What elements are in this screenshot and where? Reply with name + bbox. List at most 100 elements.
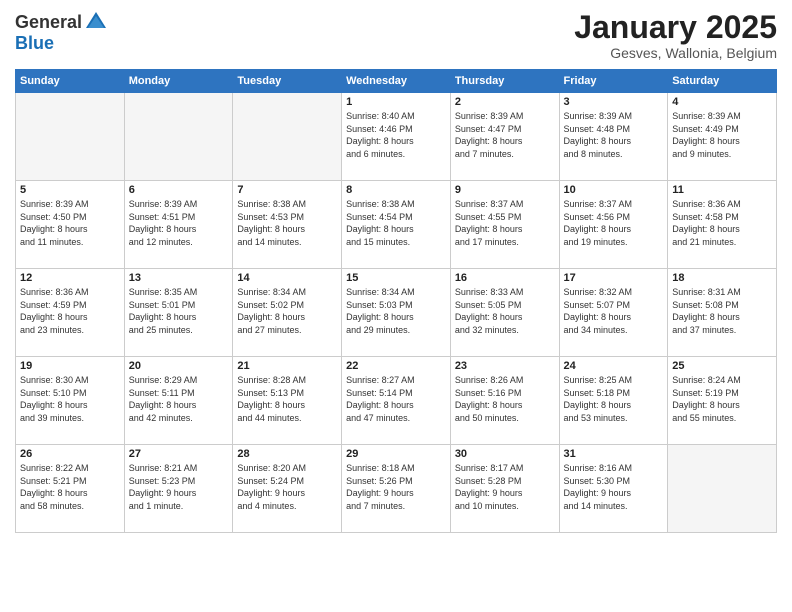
day-info: Sunrise: 8:39 AM Sunset: 4:47 PM Dayligh… [455,110,555,160]
day-number: 29 [346,448,446,460]
day-info: Sunrise: 8:32 AM Sunset: 5:07 PM Dayligh… [564,286,664,336]
day-info: Sunrise: 8:36 AM Sunset: 4:59 PM Dayligh… [20,286,120,336]
table-row: 24 Sunrise: 8:25 AM Sunset: 5:18 PM Dayli… [559,357,668,445]
day-info: Sunrise: 8:39 AM Sunset: 4:51 PM Dayligh… [129,198,229,248]
day-info: Sunrise: 8:34 AM Sunset: 5:02 PM Dayligh… [237,286,337,336]
day-info: Sunrise: 8:26 AM Sunset: 5:16 PM Dayligh… [455,374,555,424]
table-row: 30 Sunrise: 8:17 AM Sunset: 5:28 PM Dayli… [450,445,559,533]
header-monday: Monday [124,70,233,93]
day-info: Sunrise: 8:30 AM Sunset: 5:10 PM Dayligh… [20,374,120,424]
day-number: 10 [564,184,664,196]
day-info: Sunrise: 8:22 AM Sunset: 5:21 PM Dayligh… [20,462,120,512]
day-info: Sunrise: 8:36 AM Sunset: 4:58 PM Dayligh… [672,198,772,248]
day-number: 24 [564,360,664,372]
day-info: Sunrise: 8:21 AM Sunset: 5:23 PM Dayligh… [129,462,229,512]
table-row: 11 Sunrise: 8:36 AM Sunset: 4:58 PM Dayli… [668,181,777,269]
calendar-week-row: 19 Sunrise: 8:30 AM Sunset: 5:10 PM Dayli… [16,357,777,445]
day-info: Sunrise: 8:38 AM Sunset: 4:54 PM Dayligh… [346,198,446,248]
day-info: Sunrise: 8:34 AM Sunset: 5:03 PM Dayligh… [346,286,446,336]
day-number: 7 [237,184,337,196]
table-row: 3Sunrise: 8:39 AM Sunset: 4:48 PM Daylig… [559,93,668,181]
day-info: Sunrise: 8:33 AM Sunset: 5:05 PM Dayligh… [455,286,555,336]
table-row: 10 Sunrise: 8:37 AM Sunset: 4:56 PM Dayli… [559,181,668,269]
day-info: Sunrise: 8:37 AM Sunset: 4:56 PM Dayligh… [564,198,664,248]
table-row: 12 Sunrise: 8:36 AM Sunset: 4:59 PM Dayli… [16,269,125,357]
table-row: 28 Sunrise: 8:20 AM Sunset: 5:24 PM Dayli… [233,445,342,533]
day-number: 3 [564,96,664,108]
calendar-week-row: 5 Sunrise: 8:39 AM Sunset: 4:50 PM Daylig… [16,181,777,269]
day-number: 28 [237,448,337,460]
day-number: 22 [346,360,446,372]
day-number: 13 [129,272,229,284]
table-row: 14 Sunrise: 8:34 AM Sunset: 5:02 PM Dayli… [233,269,342,357]
logo: General Blue [15,10,108,54]
table-row: 23Sunrise: 8:26 AM Sunset: 5:16 PM Dayli… [450,357,559,445]
table-row: 27Sunrise: 8:21 AM Sunset: 5:23 PM Dayli… [124,445,233,533]
calendar-title: January 2025 [574,10,777,45]
header-friday: Friday [559,70,668,93]
day-number: 12 [20,272,120,284]
day-number: 17 [564,272,664,284]
day-number: 1 [346,96,446,108]
header-sunday: Sunday [16,70,125,93]
header: General Blue January 2025 Gesves, Wallon… [15,10,777,61]
day-info: Sunrise: 8:20 AM Sunset: 5:24 PM Dayligh… [237,462,337,512]
calendar-week-row: 1 Sunrise: 8:40 AM Sunset: 4:46 PM Daylig… [16,93,777,181]
day-number: 19 [20,360,120,372]
day-number: 9 [455,184,555,196]
table-row [16,93,125,181]
day-number: 21 [237,360,337,372]
day-number: 20 [129,360,229,372]
table-row: 6 Sunrise: 8:39 AM Sunset: 4:51 PM Daylig… [124,181,233,269]
day-number: 4 [672,96,772,108]
day-info: Sunrise: 8:18 AM Sunset: 5:26 PM Dayligh… [346,462,446,512]
day-info: Sunrise: 8:24 AM Sunset: 5:19 PM Dayligh… [672,374,772,424]
calendar-header-row: Sunday Monday Tuesday Wednesday Thursday… [16,70,777,93]
table-row [233,93,342,181]
day-info: Sunrise: 8:29 AM Sunset: 5:11 PM Dayligh… [129,374,229,424]
day-info: Sunrise: 8:39 AM Sunset: 4:50 PM Dayligh… [20,198,120,248]
table-row: 16 Sunrise: 8:33 AM Sunset: 5:05 PM Dayli… [450,269,559,357]
day-number: 30 [455,448,555,460]
table-row: 21 Sunrise: 8:28 AM Sunset: 5:13 PM Dayli… [233,357,342,445]
page-container: General Blue January 2025 Gesves, Wallon… [0,0,792,543]
table-row [668,445,777,533]
header-thursday: Thursday [450,70,559,93]
header-tuesday: Tuesday [233,70,342,93]
table-row: 19 Sunrise: 8:30 AM Sunset: 5:10 PM Dayli… [16,357,125,445]
day-info: Sunrise: 8:40 AM Sunset: 4:46 PM Dayligh… [346,110,446,160]
day-number: 14 [237,272,337,284]
day-info: Sunrise: 8:25 AM Sunset: 5:18 PM Dayligh… [564,374,664,424]
table-row: 8 Sunrise: 8:38 AM Sunset: 4:54 PM Daylig… [342,181,451,269]
day-number: 8 [346,184,446,196]
logo-blue: Blue [15,33,54,53]
day-info: Sunrise: 8:31 AM Sunset: 5:08 PM Dayligh… [672,286,772,336]
day-number: 31 [564,448,664,460]
day-number: 25 [672,360,772,372]
table-row: 1 Sunrise: 8:40 AM Sunset: 4:46 PM Daylig… [342,93,451,181]
table-row: 15Sunrise: 8:34 AM Sunset: 5:03 PM Dayli… [342,269,451,357]
table-row: 22Sunrise: 8:27 AM Sunset: 5:14 PM Dayli… [342,357,451,445]
table-row: 5 Sunrise: 8:39 AM Sunset: 4:50 PM Daylig… [16,181,125,269]
table-row: 18 Sunrise: 8:31 AM Sunset: 5:08 PM Dayli… [668,269,777,357]
table-row: 20 Sunrise: 8:29 AM Sunset: 5:11 PM Dayli… [124,357,233,445]
day-number: 5 [20,184,120,196]
day-number: 6 [129,184,229,196]
table-row [124,93,233,181]
header-saturday: Saturday [668,70,777,93]
logo-icon [84,10,108,34]
day-number: 26 [20,448,120,460]
day-number: 11 [672,184,772,196]
day-info: Sunrise: 8:17 AM Sunset: 5:28 PM Dayligh… [455,462,555,512]
calendar-table: Sunday Monday Tuesday Wednesday Thursday… [15,69,777,533]
table-row: 13Sunrise: 8:35 AM Sunset: 5:01 PM Dayli… [124,269,233,357]
day-number: 16 [455,272,555,284]
calendar-week-row: 12 Sunrise: 8:36 AM Sunset: 4:59 PM Dayli… [16,269,777,357]
logo-general: General [15,13,82,31]
day-info: Sunrise: 8:28 AM Sunset: 5:13 PM Dayligh… [237,374,337,424]
table-row: 2Sunrise: 8:39 AM Sunset: 4:47 PM Daylig… [450,93,559,181]
day-number: 18 [672,272,772,284]
title-block: January 2025 Gesves, Wallonia, Belgium [574,10,777,61]
table-row: 26 Sunrise: 8:22 AM Sunset: 5:21 PM Dayli… [16,445,125,533]
table-row: 25 Sunrise: 8:24 AM Sunset: 5:19 PM Dayli… [668,357,777,445]
